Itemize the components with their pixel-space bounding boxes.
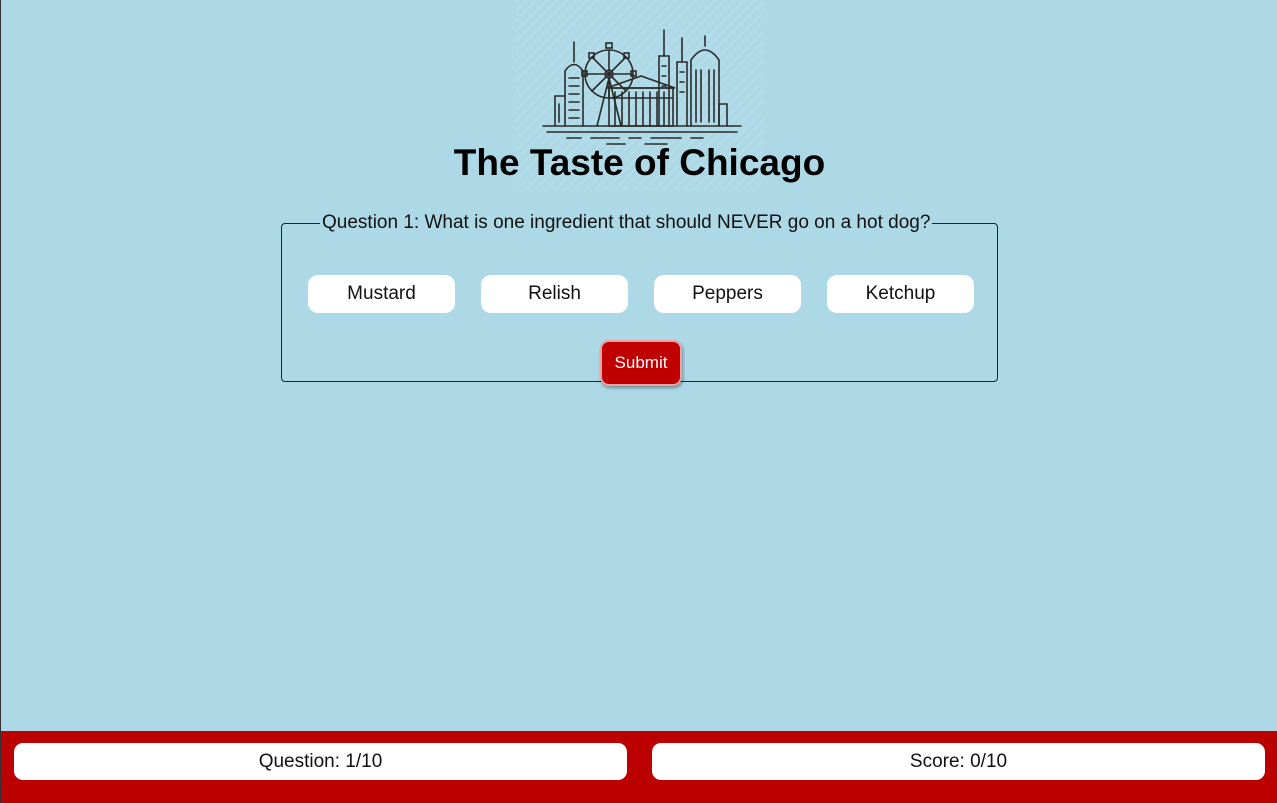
answer-options: Mustard Relish Peppers Ketchup	[308, 275, 974, 313]
answer-peppers-button[interactable]: Peppers	[654, 275, 801, 313]
chicago-skyline-icon	[542, 29, 742, 145]
footer-bar: Question: 1/10 Score: 0/10	[1, 731, 1277, 803]
score-display: Score: 0/10	[652, 743, 1265, 780]
answer-mustard-button[interactable]: Mustard	[308, 275, 455, 313]
question-fieldset: Question 1: What is one ingredient that …	[281, 212, 998, 386]
question-progress: Question: 1/10	[14, 743, 627, 780]
page-title: The Taste of Chicago	[453, 142, 826, 183]
submit-button[interactable]: Submit	[600, 340, 682, 386]
question-text: Question 1: What is one ingredient that …	[322, 212, 931, 233]
answer-relish-button[interactable]: Relish	[481, 275, 628, 313]
answer-ketchup-button[interactable]: Ketchup	[827, 275, 974, 313]
